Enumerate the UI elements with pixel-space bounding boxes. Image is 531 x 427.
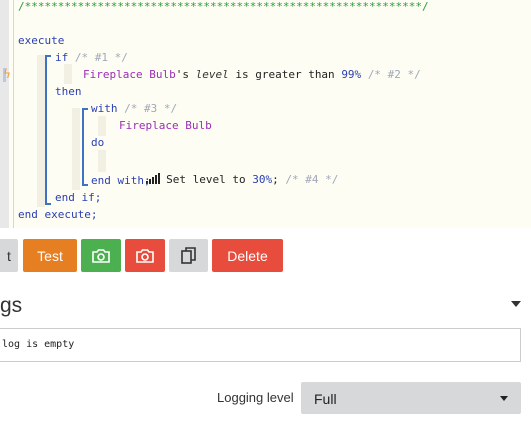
snapshot-red-button[interactable] [125,239,165,272]
lightning-bolt-icon: ϟ [3,67,11,81]
if-line[interactable]: if /* #1 */ [55,49,128,66]
then-keyword: then [55,85,82,98]
editor-gutter [0,0,9,228]
do-keyword: do [91,136,105,149]
logs-heading: gs [0,294,23,317]
end-with-keyword: end with; [91,174,151,187]
end-execute-keyword: end execute; [18,208,98,221]
condition-device: Fireplace Bulb [83,68,176,81]
with-block-rail [82,108,84,186]
chevron-down-icon [500,396,508,401]
condition-line[interactable]: Fireplace Bulb's level is greater than 9… [83,66,421,83]
if-block-rail [45,55,47,205]
logging-level-label: Logging level [217,390,294,405]
snapshot-green-button[interactable] [81,239,121,272]
delete-button[interactable]: Delete [212,239,283,272]
action-line[interactable]: Set level to 30%; /* #4 */ [119,154,338,188]
with-line[interactable]: with /* #3 */ [91,100,177,117]
collapse-caret-icon[interactable] [511,301,521,307]
test-button[interactable]: Test [23,239,77,272]
camera-icon [136,248,154,263]
camera-icon [92,248,110,263]
code-header-comment: /***************************************… [18,0,429,13]
log-output: log is empty [0,328,521,362]
log-empty-text: log is empty [2,339,75,350]
condition-attribute: level [195,68,229,81]
copy-icon [180,246,196,264]
with-device[interactable]: Fireplace Bulb [119,117,212,134]
code-editor[interactable]: ϟ /*************************************… [0,0,531,228]
execute-keyword: execute [18,34,65,47]
condition-value: 99% [341,68,362,81]
edit-button[interactable]: t [0,239,18,272]
copy-button[interactable] [169,239,208,272]
end-if-keyword: end if; [55,191,102,204]
action-value: 30% [252,173,273,186]
logging-level-value: Full [314,391,337,407]
logging-level-select[interactable]: Full [301,382,521,414]
